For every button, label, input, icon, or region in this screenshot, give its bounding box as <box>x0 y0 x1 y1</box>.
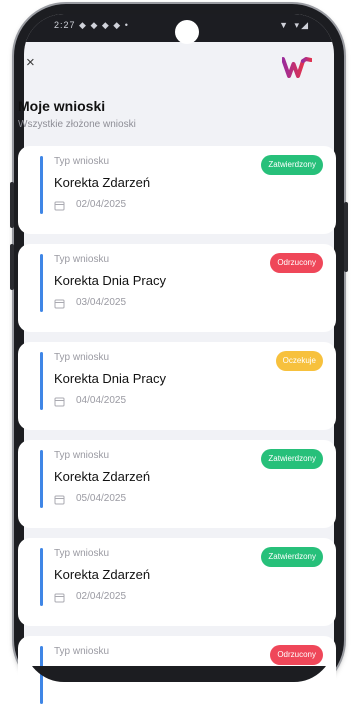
front-camera <box>175 20 199 44</box>
page-title: Moje wnioski <box>18 98 106 114</box>
request-type-label: Typ wniosku <box>54 254 110 265</box>
request-date: 02/04/2025 <box>76 591 127 602</box>
calendar-icon <box>54 299 65 309</box>
calendar-icon <box>54 495 65 505</box>
request-date: 02/04/2025 <box>76 199 127 210</box>
calendar-icon <box>54 397 65 407</box>
request-type: Korekta Zdarzeń <box>54 567 151 582</box>
status-badge: Odrzucony <box>270 645 323 665</box>
status-badge: Zatwierdzony <box>261 547 323 567</box>
card-accent-bar <box>40 156 43 214</box>
request-type: Korekta Dnia Pracy <box>54 665 166 680</box>
request-type: Korekta Dnia Pracy <box>54 371 166 386</box>
status-badge: Odrzucony <box>270 253 323 273</box>
status-badge: Zatwierdzony <box>261 449 323 469</box>
volume-down-button <box>10 244 14 290</box>
request-card[interactable]: Typ wniosku Korekta Dnia Pracy 04/04/202… <box>18 342 336 430</box>
request-type: Korekta Zdarzeń <box>54 175 151 190</box>
card-accent-bar <box>40 352 43 410</box>
close-icon: × <box>26 54 35 71</box>
status-bar-right: ▼ ▾◢ <box>279 20 310 30</box>
card-accent-bar <box>40 548 43 606</box>
calendar-icon <box>54 593 65 603</box>
request-card[interactable]: Typ wniosku Korekta Dnia Pracy 03/04/202… <box>18 244 336 332</box>
volume-up-button <box>10 182 14 228</box>
status-badge: Zatwierdzony <box>261 155 323 175</box>
card-accent-bar <box>40 254 43 312</box>
request-type: Korekta Dnia Pracy <box>54 273 166 288</box>
request-type: Korekta Zdarzeń <box>54 469 151 484</box>
request-type-label: Typ wniosku <box>54 646 110 657</box>
request-date: 04/04/2025 <box>76 395 127 406</box>
request-card[interactable]: Typ wniosku Korekta Zdarzeń 02/04/2025 Z… <box>18 538 336 626</box>
request-type-label: Typ wniosku <box>54 156 110 167</box>
close-button[interactable]: × <box>26 55 35 70</box>
calendar-icon <box>54 201 65 211</box>
brand-logo-icon <box>282 57 312 78</box>
request-date: 03/04/2025 <box>76 297 127 308</box>
request-card[interactable]: Typ wniosku Korekta Dnia Pracy Odrzucony <box>18 636 336 724</box>
power-button <box>344 202 348 272</box>
request-type-label: Typ wniosku <box>54 450 110 461</box>
request-card[interactable]: Typ wniosku Korekta Zdarzeń 02/04/2025 Z… <box>18 146 336 234</box>
status-bar-left: 2:27 ◆ ◆ ◆ ◆ • <box>54 20 129 30</box>
page-subtitle: Wszystkie złożone wnioski <box>18 119 136 130</box>
request-type-label: Typ wniosku <box>54 548 110 559</box>
request-type-label: Typ wniosku <box>54 352 110 363</box>
card-accent-bar <box>40 646 43 704</box>
card-accent-bar <box>40 450 43 508</box>
status-badge: Oczekuje <box>275 351 323 371</box>
request-date: 05/04/2025 <box>76 493 127 504</box>
request-card[interactable]: Typ wniosku Korekta Zdarzeń 05/04/2025 Z… <box>18 440 336 528</box>
